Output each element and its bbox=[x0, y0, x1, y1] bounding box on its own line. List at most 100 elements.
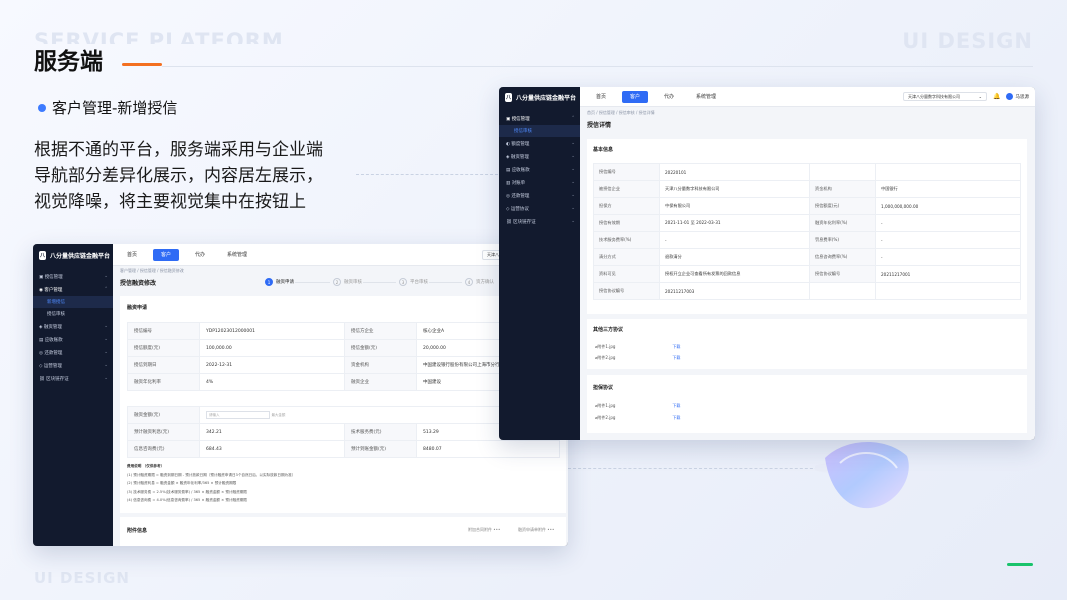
third-party-card: 其他三方协议 ⌀ 附件1.jpg 下载 ⌀ 附件2.jpg 下载 bbox=[587, 319, 1027, 369]
tab-home[interactable]: 首页 bbox=[590, 91, 612, 103]
chevron-down-icon: ⌄ bbox=[978, 94, 983, 99]
tab-todo[interactable]: 代办 bbox=[189, 249, 211, 261]
chevron-up-icon: ⌃ bbox=[104, 287, 108, 292]
finance-amount-label: 融资金额(元) bbox=[127, 406, 200, 424]
finance-amount-input[interactable]: 请输入 bbox=[206, 411, 270, 419]
tab-customer[interactable]: 客户 bbox=[153, 248, 180, 261]
step-confirm: 4 资方确认 bbox=[465, 278, 494, 286]
title-underline bbox=[122, 63, 162, 66]
file-name[interactable]: 附件2.jpg bbox=[597, 415, 672, 421]
sidebar-item-label: 授信管理 bbox=[511, 116, 530, 122]
chevron-down-icon: ⌄ bbox=[104, 376, 108, 381]
right-sidebar: 八 八分量供应链金融平台 ▣ 授信管理 ⌃ 授信审核 ◐ 额度管理 ⌄ ◈ 融资管理… bbox=[499, 87, 580, 440]
step-connector bbox=[295, 282, 330, 283]
dashed-connector bbox=[568, 468, 828, 469]
download-link[interactable]: 下载 bbox=[672, 355, 680, 361]
left-sidebar: 八 八分量供应链金融平台 ▣ 授信管理 ⌄ ◉ 客户管理 ⌃ 新增授信 授信审核 ◈… bbox=[33, 244, 113, 546]
sidebar-item-label: 应收账款 bbox=[44, 337, 63, 343]
more-icon: ••• bbox=[547, 527, 555, 532]
download-link[interactable]: 下载 bbox=[672, 403, 680, 409]
file-name[interactable]: 附件1.jpg bbox=[597, 403, 672, 409]
sidebar-item-label: 授信管理 bbox=[44, 274, 63, 280]
finance-info-table: 授信编号 YDP12023012000001 授信方企业 核心企业A 授信额度(元) 1… bbox=[127, 322, 560, 391]
table-key: 预计融资利息(元) bbox=[127, 423, 200, 441]
table-key: 罚息费率(%) bbox=[809, 231, 876, 249]
fee-note: (1) 预计融资期限 = 融资到期日期 - 预计放款日期（预计融资申请日3个自然… bbox=[127, 472, 296, 477]
bell-icon[interactable]: 🔔 bbox=[993, 93, 1000, 100]
step-apply: 1 融资申请 bbox=[265, 278, 294, 286]
table-key: 被授信企业 bbox=[593, 180, 660, 198]
guarantee-card: 担保协议 ⌀ 附件1.jpg 下载 ⌀ 附件2.jpg 下载 bbox=[587, 375, 1027, 433]
sidebar-subitem-credit-review[interactable]: 授信审核 bbox=[499, 125, 580, 137]
link-label: 融资申请单附件 bbox=[518, 527, 546, 532]
table-value bbox=[875, 282, 1021, 300]
table-value: 1,000,000,000.00 bbox=[875, 197, 1021, 215]
sidebar-item-repayment[interactable]: ◎ 还款管理 ⌄ bbox=[499, 189, 580, 202]
tab-todo[interactable]: 代办 bbox=[658, 91, 680, 103]
user-name[interactable]: 马思源 bbox=[1016, 94, 1030, 100]
sidebar-subitem-credit-review[interactable]: 授信审核 bbox=[33, 308, 113, 320]
sidebar-item-finance[interactable]: ◈ 融资管理 ⌄ bbox=[33, 320, 113, 333]
tab-system[interactable]: 系统管理 bbox=[690, 91, 722, 103]
file-name[interactable]: 附件1.jpg bbox=[597, 344, 672, 350]
tab-home[interactable]: 首页 bbox=[121, 249, 143, 261]
sidebar-item-repayment[interactable]: ◎ 还款管理 ⌄ bbox=[33, 346, 113, 359]
table-key: 授信方企业 bbox=[344, 322, 417, 340]
sidebar-item-receivables[interactable]: ▤ 应收账款 ⌄ bbox=[499, 163, 580, 176]
sidebar-item-label: 还款管理 bbox=[44, 350, 63, 356]
sidebar-item-label: 融资管理 bbox=[510, 154, 529, 160]
attach-link-apply[interactable]: 融资申请单附件 ••• bbox=[518, 527, 554, 533]
watermark-ui-design-bottom: UI DESIGN bbox=[34, 569, 130, 587]
sidebar-item-finance[interactable]: ◈ 融资管理 ⌄ bbox=[499, 150, 580, 163]
sidebar-item-label: 客户管理 bbox=[44, 287, 63, 293]
attach-link-contract[interactable]: 附加合同附件 ••• bbox=[468, 527, 500, 533]
sidebar-item-ops-agreement[interactable]: ◇ 运营协议 ⌄ bbox=[499, 202, 580, 215]
file-name[interactable]: 附件2.jpg bbox=[597, 355, 672, 361]
avatar[interactable] bbox=[1005, 93, 1013, 100]
sidebar-item-label: 还款管理 bbox=[511, 193, 530, 199]
breadcrumb: 首页 / 授信管理 / 授信审核 / 授信详情 bbox=[587, 110, 655, 115]
table-value bbox=[875, 163, 1021, 181]
sidebar-item-label: 应收账款 bbox=[511, 167, 530, 173]
table-key: 预计到账金额(元) bbox=[344, 440, 417, 458]
table-value: 20220101 bbox=[659, 163, 810, 181]
sidebar-item-receivables[interactable]: ▤ 应收账款 ⌄ bbox=[33, 333, 113, 346]
table-key: 信息咨询费率(%) bbox=[809, 248, 876, 266]
sidebar-item-label: 运营协议 bbox=[510, 206, 529, 212]
sidebar-item-blockchain[interactable]: ⛓ 区块链存证 ⌄ bbox=[33, 372, 113, 385]
step-label: 融资审核 bbox=[344, 280, 362, 285]
company-selector[interactable]: 天津八分量数字科技有限公司 ⌄ bbox=[903, 92, 988, 101]
step-review: 2 融资审核 bbox=[333, 278, 362, 286]
sidebar-item-customer[interactable]: ◉ 客户管理 ⌃ bbox=[33, 283, 113, 296]
right-app-window: 八 八分量供应链金融平台 ▣ 授信管理 ⌃ 授信审核 ◐ 额度管理 ⌄ ◈ 融资管理… bbox=[499, 87, 1035, 440]
table-key: 信息咨询费(元) bbox=[127, 440, 200, 458]
sidebar-item-credit[interactable]: ▣ 授信管理 ⌄ bbox=[33, 270, 113, 283]
sidebar-item-limit[interactable]: ◐ 额度管理 ⌄ bbox=[499, 137, 580, 150]
tab-system[interactable]: 系统管理 bbox=[221, 249, 253, 261]
sidebar-item-credit[interactable]: ▣ 授信管理 ⌃ bbox=[499, 112, 580, 125]
sidebar-item-blockchain[interactable]: ⛓ 区块链存证 ⌄ bbox=[499, 215, 580, 228]
credit-detail-table: 授信编号 20220101 被授信企业 天津八分量数字科技有限公司 资金机构 中国银行 … bbox=[593, 163, 1021, 300]
right-topbar: 首页 客户 代办 系统管理 天津八分量数字科技有限公司 ⌄ 🔔 马思源 bbox=[580, 87, 1035, 107]
download-link[interactable]: 下载 bbox=[672, 415, 680, 421]
description: 根据不通的平台，服务端采用与企业端 导航部分差异化展示，内容居左展示， 视觉降噪… bbox=[34, 137, 364, 215]
tab-customer[interactable]: 客户 bbox=[622, 90, 649, 103]
table-key bbox=[809, 282, 876, 300]
table-key: 授信到期日 bbox=[127, 356, 200, 374]
fee-note: (4) 信息咨询费 = 4.0%(信息咨询费率) / 365 × 融资金额 × … bbox=[127, 498, 247, 502]
chevron-down-icon: ⌄ bbox=[571, 141, 575, 146]
table-key: 授信额度(元) bbox=[809, 197, 876, 215]
sidebar-item-statement[interactable]: ▥ 对账单 ⌄ bbox=[499, 176, 580, 189]
download-link[interactable]: 下载 bbox=[672, 344, 680, 350]
sidebar-item-label: 对账单 bbox=[511, 180, 526, 186]
green-accent-bar bbox=[1007, 563, 1033, 566]
description-line: 导航部分差异化展示，内容居左展示， bbox=[34, 166, 323, 186]
sidebar-item-operations[interactable]: ◇ 运营管理 ⌄ bbox=[33, 359, 113, 372]
sidebar-subitem-new-credit[interactable]: 新增授信 bbox=[33, 296, 113, 308]
left-brand: 八 八分量供应链金融平台 bbox=[33, 244, 113, 266]
table-value: 20211217001 bbox=[875, 265, 1021, 283]
chevron-down-icon: ⌄ bbox=[571, 219, 575, 224]
sidebar-item-label: 新增授信 bbox=[47, 300, 65, 305]
table-value: 8480.07 bbox=[416, 440, 560, 458]
brand-logo-icon: 八 bbox=[39, 250, 46, 260]
